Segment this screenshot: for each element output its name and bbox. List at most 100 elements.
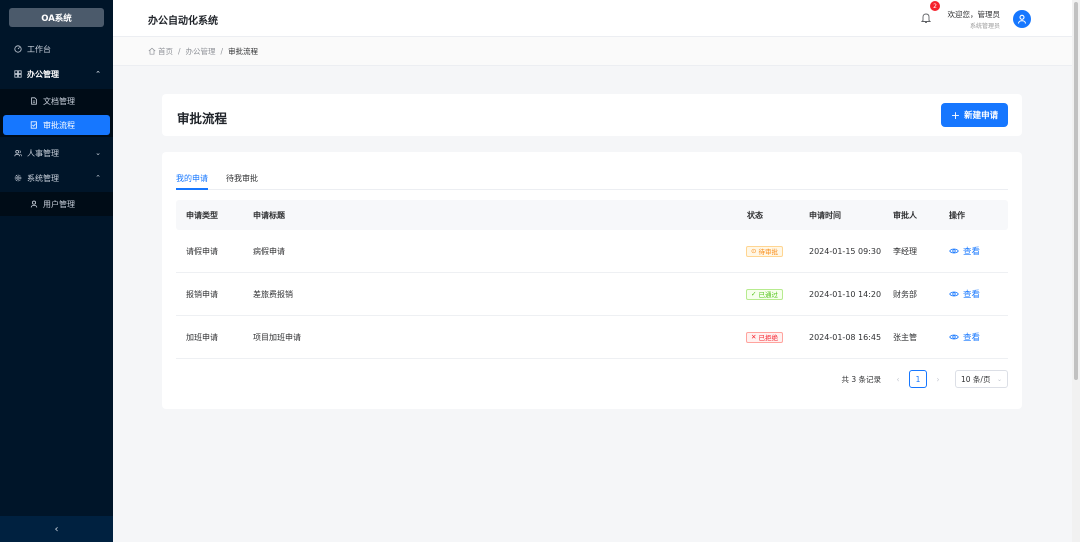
cell-status: ✕ 已拒绝 [746,316,783,358]
cell-approver: 财务部 [893,289,917,299]
column-header: 操作 [949,210,965,220]
system-title: 办公自动化系统 [148,16,218,27]
sidebar-item-label: 系统管理 [27,173,59,183]
dashboard-icon [12,45,24,53]
view-button[interactable]: 查看 [949,245,980,257]
cell-type: 报销申请 [186,289,218,299]
scrollbar-thumb[interactable] [1074,2,1078,380]
sidebar-item-label: 人事管理 [27,148,59,158]
sidebar-item-documents[interactable]: 文档管理 [0,91,113,111]
sidebar-collapse-button[interactable]: ‹ [0,516,113,542]
tab-my-applications[interactable]: 我的申请 [176,173,208,190]
sidebar-item-label: 工作台 [27,44,51,54]
user-icon [28,200,40,208]
cell-title: 病假申请 [253,246,285,256]
clock-icon: ⊙ [751,247,757,255]
cell-status: ✓ 已通过 [746,273,783,315]
pagination: 共 3 条记录 ‹ 1 › 10 条/页 ⌄ [841,370,1008,388]
cell-time: 2024-01-15 09:30 [809,246,882,256]
cell-type: 请假申请 [186,246,218,256]
sidebar-item-label: 用户管理 [43,199,75,209]
page-title: 审批流程 [177,111,228,126]
page-header-card: 审批流程 + 新建申请 [162,94,1022,136]
table-row: 请假申请 病假申请 ⊙ 待审批 2024-01-15 09:30 李经理 查看 [176,230,1008,273]
chevron-up-icon: ⌃ [95,70,101,78]
prev-page-button[interactable]: ‹ [891,375,905,384]
user-icon [1017,14,1027,24]
chevron-up-icon: ⌃ [95,174,101,182]
page-size-select[interactable]: 10 条/页 ⌄ [955,370,1008,388]
table-row: 报销申请 差旅费报销 ✓ 已通过 2024-01-10 14:20 财务部 查看 [176,273,1008,316]
column-header: 申请时间 [809,210,841,220]
status-badge: ✕ 已拒绝 [746,331,783,343]
cell-title: 差旅费报销 [253,289,293,299]
cell-time: 2024-01-08 16:45 [809,332,882,342]
status-badge: ⊙ 待审批 [746,245,783,257]
sidebar-item-label: 审批流程 [43,120,75,130]
user-info[interactable]: 欢迎您，管理员 系统管理员 [948,9,1001,30]
breadcrumb-separator: / [178,46,181,56]
status-text: 已拒绝 [758,334,778,342]
chevron-down-icon: ⌄ [996,375,1002,383]
eye-icon [949,334,959,340]
view-button[interactable]: 查看 [949,288,980,300]
page-scrollbar[interactable] [1072,0,1080,542]
view-label: 查看 [963,247,981,257]
app-logo[interactable]: OA系统 [9,8,104,27]
cell-action: 查看 [949,273,980,315]
status-text: 已通过 [758,291,778,299]
approval-table-card: 我的申请 待我审批 申请类型 申请标题 状态 申请时间 审批人 操作 请假申请 … [162,152,1022,409]
bell-icon[interactable] [921,12,931,24]
page-number-button[interactable]: 1 [909,370,927,388]
breadcrumb-office[interactable]: 办公管理 [186,46,216,57]
total-count: 共 3 条记录 [841,374,881,384]
welcome-text: 欢迎您，管理员 [947,10,1001,19]
eye-icon [949,248,959,254]
sidebar-item-approval[interactable]: 审批流程 [3,115,110,135]
notification-badge: 2 [930,1,940,11]
view-label: 查看 [963,333,981,343]
tab-pending-approval[interactable]: 待我审批 [226,173,258,190]
sidebar-item-office[interactable]: 办公管理 ⌃ [0,64,113,84]
approval-icon [28,121,40,129]
sidebar-item-hr[interactable]: 人事管理 ⌄ [0,143,113,163]
new-application-button[interactable]: + 新建申请 [941,103,1008,127]
check-icon: ✓ [751,290,757,298]
breadcrumb-home[interactable]: 首页 [158,46,173,57]
breadcrumb: 首页 / 办公管理 / 审批流程 [113,37,1080,66]
gear-icon [12,174,24,182]
sidebar: OA系统 工作台 办公管理 ⌃ 文档管理 审批流程 人事管理 ⌄ 系统管理 ⌃ … [0,0,113,542]
table-row: 加班申请 项目加班申请 ✕ 已拒绝 2024-01-08 16:45 张主管 查… [176,316,1008,359]
sidebar-item-label: 文档管理 [43,96,75,106]
column-header: 申请标题 [253,210,285,220]
table-header: 申请类型 申请标题 状态 申请时间 审批人 操作 [176,200,1008,230]
sidebar-item-label: 办公管理 [27,69,59,79]
cell-approver: 李经理 [893,246,917,256]
status-text: 待审批 [758,248,778,256]
breadcrumb-current: 审批流程 [228,46,259,56]
column-header: 状态 [747,210,763,220]
new-application-label: 新建申请 [964,111,999,121]
top-header: 办公自动化系统 2 欢迎您，管理员 系统管理员 [113,0,1080,37]
user-role: 系统管理员 [969,23,1000,30]
cell-title: 项目加班申请 [253,332,301,342]
page-size-value: 10 条/页 [961,374,991,384]
column-header: 申请类型 [186,210,218,220]
sidebar-item-system[interactable]: 系统管理 ⌃ [0,168,113,188]
cell-status: ⊙ 待审批 [746,230,783,272]
avatar[interactable] [1013,10,1031,28]
sidebar-item-users[interactable]: 用户管理 [0,194,113,214]
tab-bar: 我的申请 待我审批 [176,169,1008,190]
cell-action: 查看 [949,230,980,272]
cell-type: 加班申请 [186,332,218,342]
grid-icon [12,70,24,78]
close-icon: ✕ [751,333,757,341]
next-page-button[interactable]: › [931,375,945,384]
chevron-down-icon: ⌄ [95,149,101,157]
sidebar-item-dashboard[interactable]: 工作台 [0,39,113,59]
view-button[interactable]: 查看 [949,331,980,343]
users-icon [12,149,24,157]
cell-action: 查看 [949,316,980,358]
view-label: 查看 [963,290,981,300]
eye-icon [949,291,959,297]
